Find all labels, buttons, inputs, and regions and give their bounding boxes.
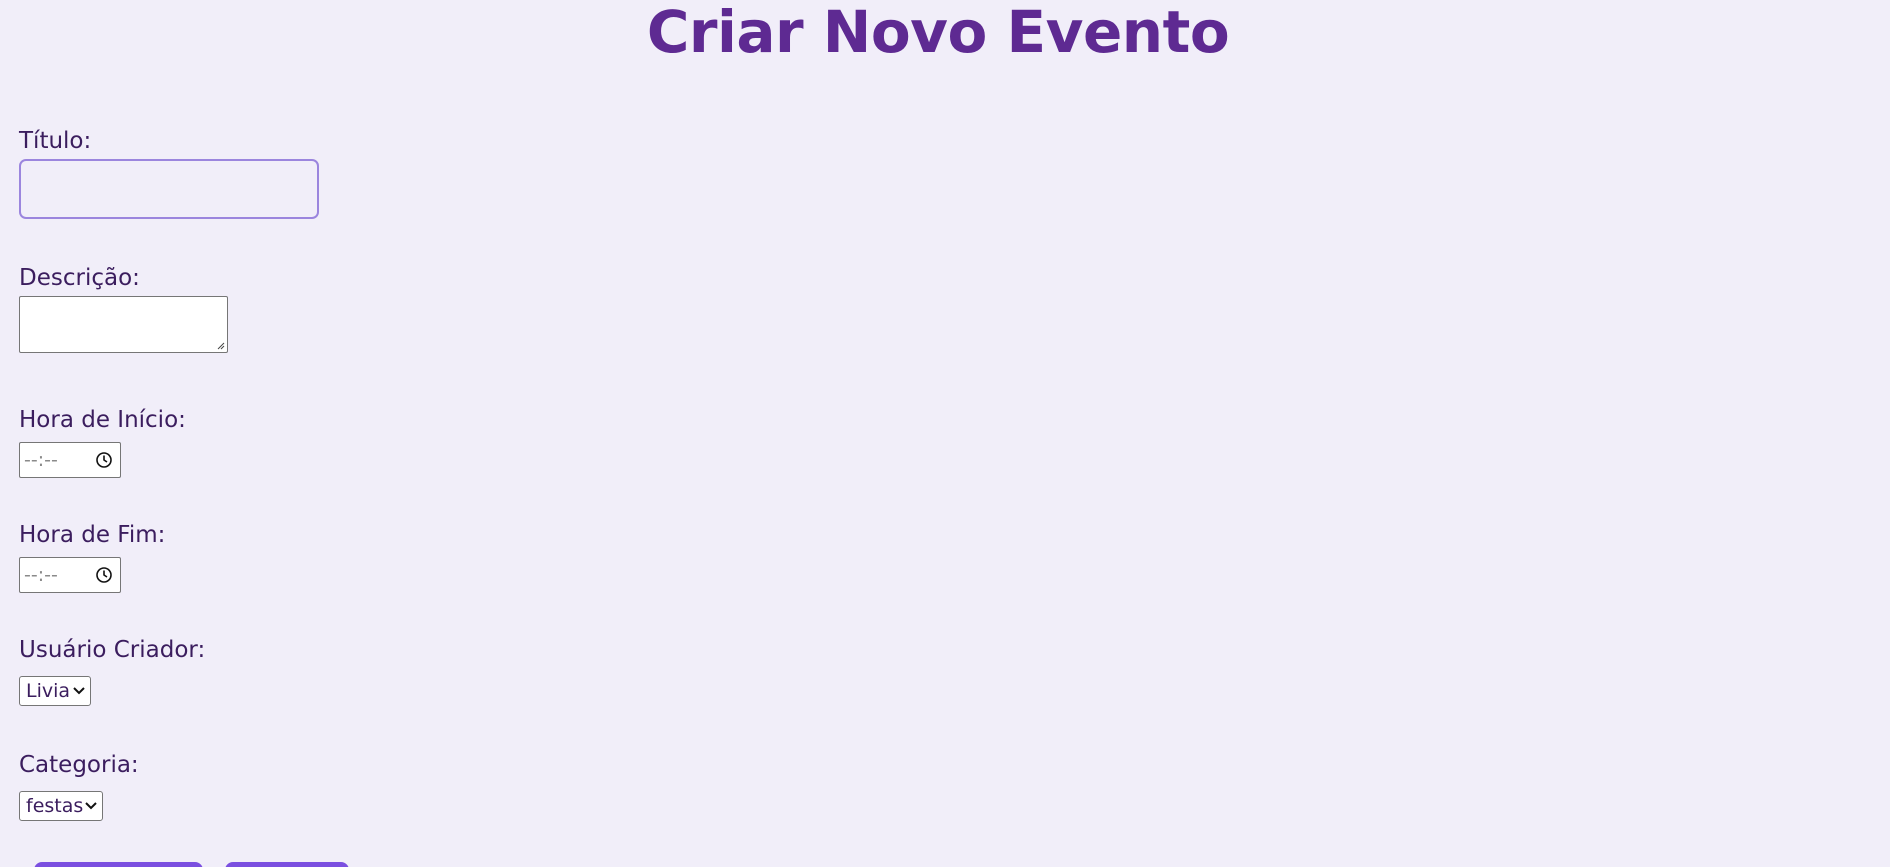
categoria-select[interactable]: festas — [19, 791, 103, 821]
categoria-value: festas — [26, 795, 84, 817]
clock-icon[interactable] — [95, 451, 113, 469]
usuario-criador-select[interactable]: Livia — [19, 676, 91, 706]
usuario-criador-value: Livia — [26, 680, 71, 702]
chevron-down-icon — [73, 687, 85, 695]
categoria-label: Categoria: — [19, 752, 139, 778]
usuario-criador-label: Usuário Criador: — [19, 637, 206, 663]
create-event-page: Criar Novo Evento Título: Descrição: Hor… — [0, 0, 1890, 867]
hora-inicio-input[interactable]: --:-- — [19, 442, 121, 478]
secondary-button[interactable] — [225, 862, 349, 867]
descricao-textarea[interactable] — [19, 296, 228, 353]
descricao-label: Descrição: — [19, 265, 140, 291]
titulo-input[interactable] — [19, 159, 319, 219]
hora-fim-input[interactable]: --:-- — [19, 557, 121, 593]
resize-grip-icon[interactable] — [216, 341, 225, 350]
page-title: Criar Novo Evento — [646, 0, 1230, 66]
clock-icon[interactable] — [95, 566, 113, 584]
hora-inicio-label: Hora de Início: — [19, 407, 186, 433]
titulo-label: Título: — [19, 128, 92, 154]
hora-inicio-placeholder: --:-- — [24, 449, 58, 471]
hora-fim-placeholder: --:-- — [24, 564, 58, 586]
hora-fim-label: Hora de Fim: — [19, 522, 166, 548]
submit-button[interactable] — [34, 862, 203, 867]
chevron-down-icon — [85, 802, 97, 810]
